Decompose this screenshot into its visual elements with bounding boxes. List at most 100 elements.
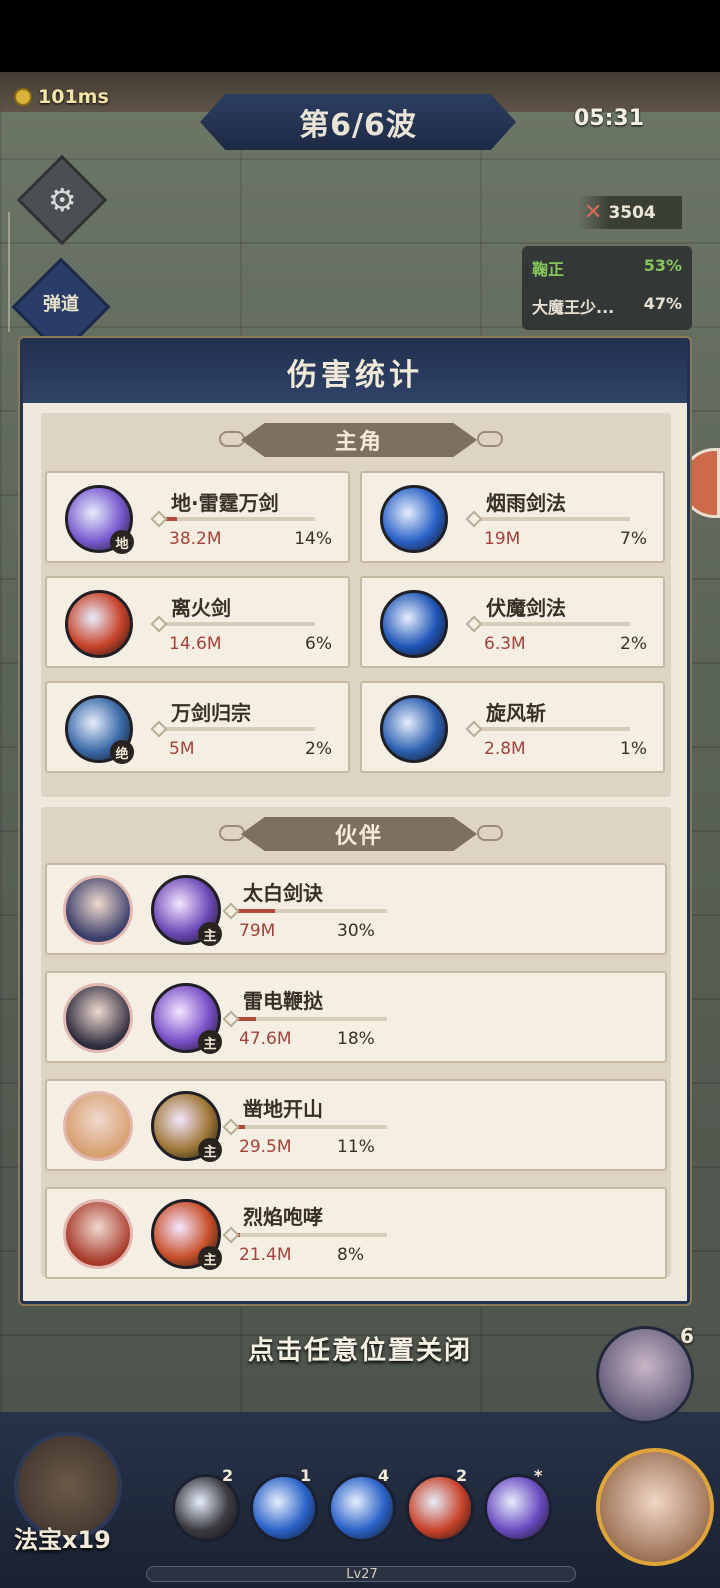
title-ornament-right <box>477 431 503 447</box>
player-percent: 47% <box>643 294 682 313</box>
main-skill-badge: 主 <box>198 1246 222 1270</box>
trajectory-label: 弹道 <box>43 294 79 315</box>
partner-section-title: 伙伴 <box>241 817 477 851</box>
skill-name: 伏魔剑法 <box>486 596 566 620</box>
title-ornament-left <box>219 431 245 447</box>
partner-avatar <box>63 1199 133 1269</box>
damage-bar <box>227 1125 387 1129</box>
skill-name: 地·雷霆万剑 <box>171 491 279 515</box>
level-label: Lv27 <box>346 1567 378 1582</box>
main-skill-badge: 主 <box>198 1030 222 1054</box>
hero-skill-card: 旋风斩 2.8M 1% <box>360 681 665 773</box>
partner-skill-name: 雷电鞭挞 <box>243 989 323 1013</box>
bar-marker <box>150 510 168 528</box>
skill-damage: 6.3M <box>484 634 526 654</box>
level-progress-bar: Lv27 <box>146 1566 576 1582</box>
modal-title: 伤害统计 <box>23 341 687 403</box>
damage-bar <box>470 517 630 521</box>
bar-marker <box>222 902 240 920</box>
partner-damage: 21.4M <box>239 1245 292 1265</box>
damage-bar <box>227 1017 387 1021</box>
hero-section: 主角 地 地·雷霆万剑 38.2M 14% 烟雨剑法 19M 7% 离火剑 14.6M 6% 伏魔剑… <box>41 413 671 797</box>
partner-skill-name: 太白剑诀 <box>243 881 323 905</box>
skill-icon <box>380 695 448 763</box>
hero-skill-card: 地 地·雷霆万剑 38.2M 14% <box>45 471 350 563</box>
hero-count: 6 <box>680 1324 694 1348</box>
dock-skill-count: 2 <box>222 1466 234 1485</box>
ping-value: 101ms <box>38 86 109 108</box>
dock-skill-count: 2 <box>456 1466 468 1485</box>
skill-icon <box>65 590 133 658</box>
damage-bar <box>227 1233 387 1237</box>
top-status-band <box>0 0 720 72</box>
partner-damage: 29.5M <box>239 1137 292 1157</box>
damage-bar <box>155 622 315 626</box>
partner-skill-name: 烈焰咆哮 <box>243 1205 323 1229</box>
skill-damage: 38.2M <box>169 529 222 549</box>
ping-indicator: 101ms <box>14 86 109 108</box>
damage-share-panel: 鞠正 53% 大魔王少... 47% <box>522 246 692 330</box>
damage-bar <box>155 517 315 521</box>
partner-avatar <box>63 983 133 1053</box>
skill-percent: 2% <box>305 739 332 759</box>
share-row: 鞠正 53% <box>532 256 682 280</box>
skill-name: 烟雨剑法 <box>486 491 566 515</box>
bar-marker <box>222 1010 240 1028</box>
partner-skill-icon: 主 <box>151 875 222 946</box>
partner-percent: 18% <box>337 1029 375 1049</box>
skill-icon <box>380 590 448 658</box>
skill-damage: 5M <box>169 739 195 759</box>
damage-stats-modal: 伤害统计 主角 地 地·雷霆万剑 38.2M 14% 烟雨剑法 19M 7% 离火剑 14.6M… <box>20 338 690 1304</box>
kill-counter: ✕ 3504 <box>578 196 682 229</box>
damage-bar <box>155 727 315 731</box>
partner-card: 主凿地开山 29.5M 11% <box>45 1079 667 1171</box>
wave-banner: 第6/6波 <box>200 94 516 150</box>
partner-percent: 30% <box>337 921 375 941</box>
partner-card: 主太白剑诀 79M 30% <box>45 863 667 955</box>
partner-card: 主雷电鞭挞 47.6M 18% <box>45 971 667 1063</box>
partner-skill-icon: 主 <box>151 1199 222 1270</box>
bar-marker <box>465 510 483 528</box>
skill-icon: 地 <box>65 485 134 554</box>
bar-marker <box>150 720 168 738</box>
damage-bar <box>227 909 387 913</box>
gear-icon: ⚙ <box>47 181 77 219</box>
bar-marker <box>465 720 483 738</box>
skill-icon <box>380 485 448 553</box>
title-ornament-right <box>477 825 503 841</box>
skill-percent: 7% <box>620 529 647 549</box>
hero-skill-card: 伏魔剑法 6.3M 2% <box>360 576 665 668</box>
skill-name: 离火剑 <box>171 596 231 620</box>
skill-damage: 19M <box>484 529 521 549</box>
hero-skill-card: 离火剑 14.6M 6% <box>45 576 350 668</box>
player-percent: 53% <box>643 256 682 275</box>
partner-percent: 11% <box>337 1137 375 1157</box>
partner-skill-icon: 主 <box>151 1091 222 1162</box>
hero-section-title: 主角 <box>241 423 477 457</box>
partner-avatar <box>63 875 133 945</box>
hero-skill-card: 绝 万剑归宗 5M 2% <box>45 681 350 773</box>
partner-skill-icon: 主 <box>151 983 222 1054</box>
hero-skill-card: 烟雨剑法 19M 7% <box>360 471 665 563</box>
skill-tag-badge: 绝 <box>110 740 134 764</box>
skill-percent: 6% <box>305 634 332 654</box>
main-character-avatar[interactable] <box>596 1448 714 1566</box>
main-skill-badge: 主 <box>198 922 222 946</box>
ping-icon <box>14 88 32 106</box>
bar-marker <box>150 615 168 633</box>
crossed-swords-icon: ✕ <box>584 200 603 225</box>
kill-count: 3504 <box>608 202 656 223</box>
skill-percent: 14% <box>294 529 332 549</box>
damage-bar <box>470 622 630 626</box>
dock-skill-count: 1 <box>300 1466 312 1485</box>
skill-damage: 14.6M <box>169 634 222 654</box>
share-row: 大魔王少... 47% <box>532 294 682 318</box>
bar-marker <box>222 1226 240 1244</box>
skill-tag-badge: 地 <box>110 530 134 554</box>
partner-section: 伙伴 主太白剑诀 79M 30% 主雷电鞭挞 47.6M 18% 主凿地开山 29.5M 11%… <box>41 807 671 1279</box>
partner-card: 主烈焰咆哮 21.4M 8% <box>45 1187 667 1279</box>
dock-skill-count: * <box>534 1466 543 1485</box>
skill-name: 旋风斩 <box>486 701 546 725</box>
skill-name: 万剑归宗 <box>171 701 251 725</box>
skill-icon: 绝 <box>65 695 134 764</box>
